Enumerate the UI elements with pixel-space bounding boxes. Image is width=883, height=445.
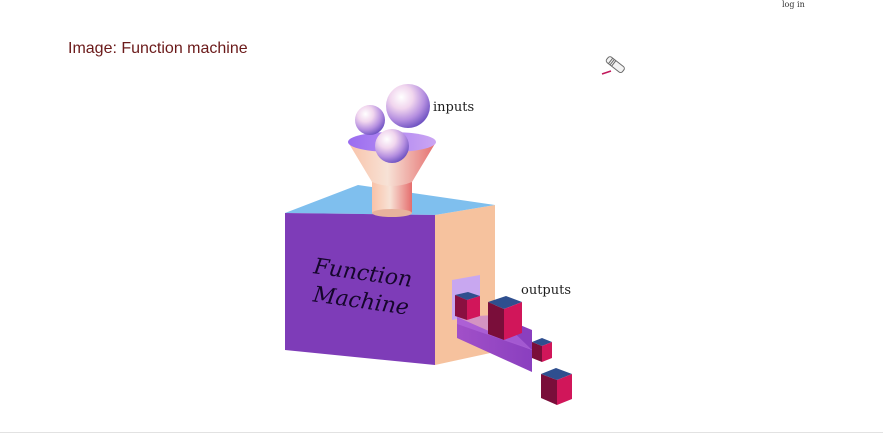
outputs-label: outputs <box>521 283 571 298</box>
input-sphere <box>355 105 385 135</box>
log-in-link[interactable]: log in <box>782 0 805 9</box>
output-cube <box>455 292 480 320</box>
input-sphere <box>375 129 409 163</box>
input-sphere <box>386 84 430 128</box>
function-machine-figure: Function Machine inputs outputs <box>285 84 572 405</box>
inputs-label: inputs <box>433 100 474 115</box>
output-cube <box>488 296 522 340</box>
pencil-icon[interactable] <box>600 52 630 78</box>
page-title: Image: Function machine <box>68 40 248 57</box>
output-cube <box>532 338 552 362</box>
output-cube <box>541 368 572 405</box>
bottom-divider <box>0 432 883 433</box>
